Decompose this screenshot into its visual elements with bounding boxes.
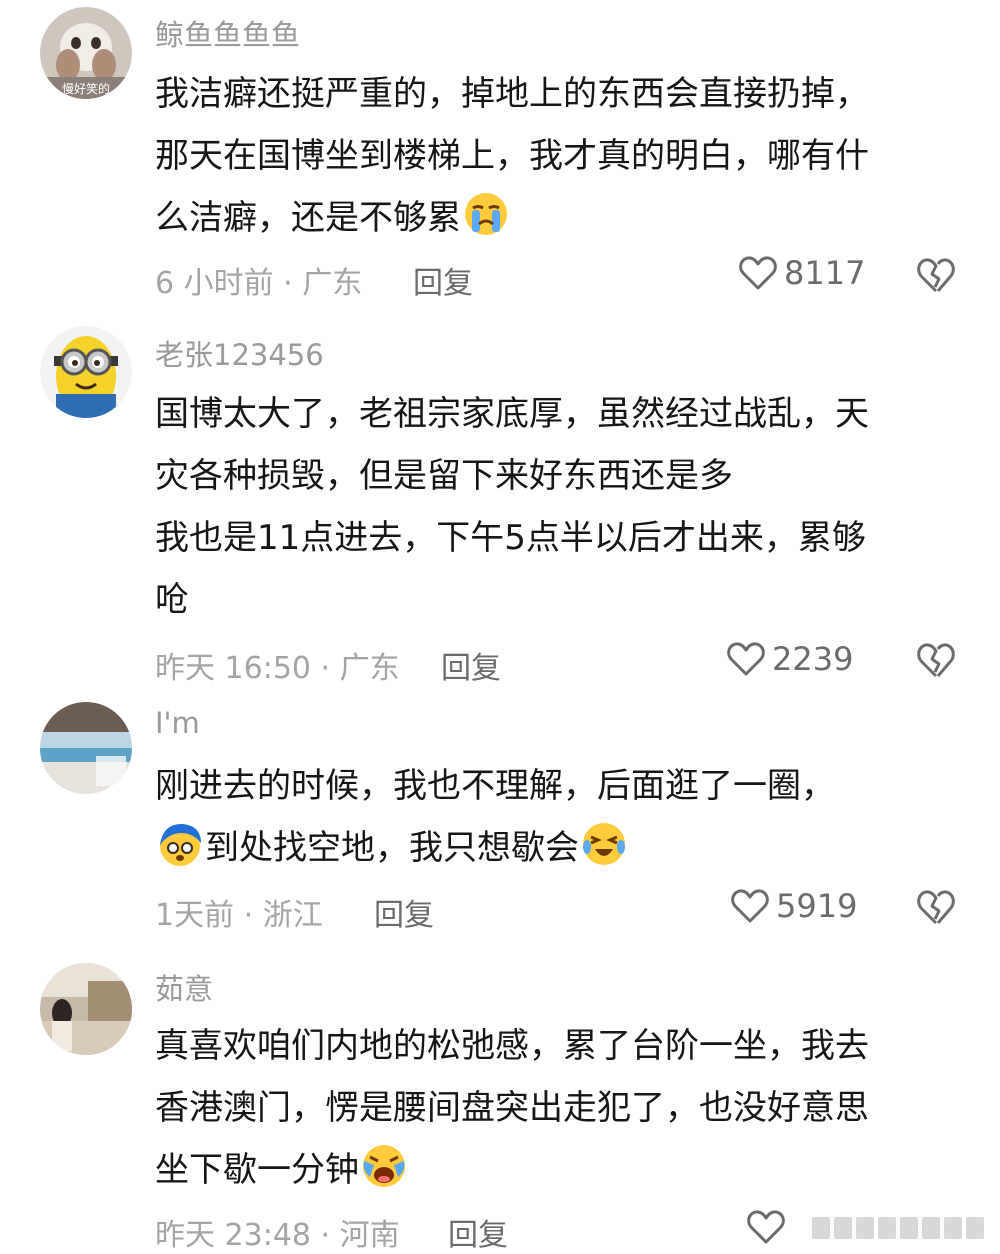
comment-meta: 1天前 · 浙江: [155, 898, 323, 933]
like-count: 2239: [772, 640, 854, 678]
frantic-face-emoji: [157, 821, 203, 867]
username[interactable]: 鲸鱼鱼鱼鱼: [155, 12, 300, 54]
like-button[interactable]: [746, 1208, 792, 1246]
tearful-laugh-emoji: [581, 821, 627, 867]
comment-text: 国博太大了，老祖宗家底厚，虽然经过战乱，天 灾各种损毁，但是留下来好东西还是多 …: [155, 383, 955, 631]
comment-line: 香港澳门，愣是腰间盘突出走犯了，也没好意思: [155, 1088, 869, 1128]
comment-line: 我洁癖还挺严重的，掉地上的东西会直接扔掉，: [155, 74, 869, 114]
reply-button[interactable]: 回复: [441, 643, 501, 687]
comment-line: 坐下歇一分钟: [155, 1139, 955, 1201]
comment-line-text: 到处找空地，我只想歇会: [205, 828, 579, 868]
comment-text: 我洁癖还挺严重的，掉地上的东西会直接扔掉， 那天在国博坐到楼梯上，我才真的明白，…: [155, 63, 955, 249]
like-button[interactable]: 2239: [726, 640, 853, 678]
comment-meta: 昨天 16:50 · 广东: [155, 651, 400, 686]
dislike-button[interactable]: [915, 640, 957, 684]
comment-meta: 昨天 23:48 · 河南: [155, 1218, 400, 1253]
broken-heart-icon: [917, 258, 955, 293]
username[interactable]: I'm: [155, 706, 200, 740]
username[interactable]: 茹意: [155, 966, 213, 1008]
avatar-caption: 慢好笑的: [62, 81, 110, 96]
username[interactable]: 老张123456: [155, 332, 324, 374]
avatar[interactable]: [40, 702, 132, 794]
comment-line: 灾各种损毁，但是留下来好东西还是多: [155, 456, 733, 496]
comment-line: 呛: [155, 580, 189, 620]
heart-icon: [739, 256, 777, 290]
comment-text: 刚进去的时候，我也不理解，后面逛了一圈， 到处找空地，我只想歇会: [155, 755, 955, 879]
reply-button[interactable]: 回复: [448, 1210, 508, 1254]
avatar[interactable]: [40, 326, 132, 418]
comment-line-text: 么洁癖，还是不够累: [155, 198, 461, 238]
avatar[interactable]: 慢好笑的: [40, 7, 132, 99]
crying-face-emoji: [463, 191, 509, 237]
like-button[interactable]: 5919: [730, 887, 857, 925]
comment-line: 刚进去的时候，我也不理解，后面逛了一圈，: [155, 766, 835, 806]
reply-button[interactable]: 回复: [413, 258, 473, 302]
comment-line: 那天在国博坐到楼梯上，我才真的明白，哪有什: [155, 136, 869, 176]
avatar[interactable]: [40, 963, 132, 1055]
dislike-button[interactable]: [915, 255, 957, 299]
broken-heart-icon: [917, 643, 955, 678]
dislike-button[interactable]: [915, 887, 957, 931]
like-count: 8117: [784, 254, 866, 292]
like-button[interactable]: 8117: [738, 254, 865, 292]
comment-line: 真喜欢咱们内地的松弛感，累了台阶一坐，我去: [155, 1026, 869, 1066]
broken-heart-icon: [917, 890, 955, 925]
heart-icon: [731, 889, 769, 923]
comment-line: 到处找空地，我只想歇会: [155, 817, 955, 879]
heart-icon: [747, 1210, 785, 1244]
comment-meta: 6 小时前 · 广东: [155, 266, 363, 301]
comment-line: 么洁癖，还是不够累: [155, 187, 955, 249]
comment-line-text: 坐下歇一分钟: [155, 1150, 359, 1190]
comment-text: 真喜欢咱们内地的松弛感，累了台阶一坐，我去 香港澳门，愣是腰间盘突出走犯了，也没…: [155, 1015, 955, 1201]
like-count: 5919: [776, 887, 858, 925]
bawling-face-emoji: [361, 1143, 407, 1189]
heart-icon: [727, 642, 765, 676]
watermark: [812, 1208, 992, 1248]
comment-line: 我也是11点进去，下午5点半以后才出来，累够: [155, 518, 866, 558]
reply-button[interactable]: 回复: [374, 890, 434, 934]
comment-line: 国博太大了，老祖宗家底厚，虽然经过战乱，天: [155, 394, 869, 434]
